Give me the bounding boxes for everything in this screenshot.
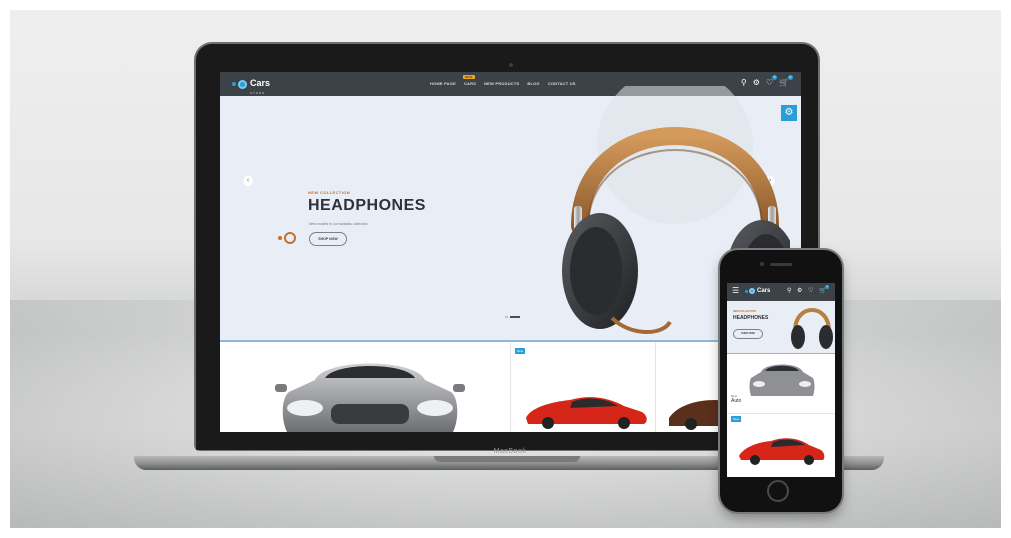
slider-prev-button[interactable]: ‹ xyxy=(243,176,253,186)
phone-car-front-image[interactable] xyxy=(747,358,817,396)
hero-slider: ‹ › NEW COLLECTION HEADPHONES New models… xyxy=(220,86,801,340)
laptop-notch xyxy=(434,456,580,462)
phone-home-button[interactable] xyxy=(767,480,789,502)
decor-dot-icon xyxy=(278,236,282,240)
shop-now-button[interactable]: SHOP NOW xyxy=(309,232,347,246)
phone-cart-count: 0 xyxy=(825,285,830,289)
phone-card-name[interactable]: Auto xyxy=(731,398,741,404)
phone-camera xyxy=(760,262,764,266)
phone-hero-kicker: NEW COLLECTION xyxy=(733,310,756,313)
phone-logo-text: Cars xyxy=(757,288,771,294)
menu-item-new-products[interactable]: NEW PRODUCTS xyxy=(484,81,519,86)
phone-screen: ☰ Cars ⚲ ⚙ ♡ 🛒 0 NEW COLLECTION HEADPHONE… xyxy=(727,283,835,477)
menu-item-home[interactable]: HOME PAGE xyxy=(430,81,456,86)
menu-icon[interactable]: ☰ xyxy=(732,286,739,295)
phone-red-car-image[interactable] xyxy=(735,432,827,466)
laptop-camera xyxy=(509,63,513,67)
phone-speaker xyxy=(770,263,792,266)
phone-settings-icon[interactable]: ⚙ xyxy=(797,287,802,294)
phone-product-card-2: New xyxy=(727,413,835,477)
strip-divider xyxy=(655,342,656,432)
phone-shop-now-button[interactable]: SHOP NOW xyxy=(733,329,763,339)
phone-search-icon[interactable]: ⚲ xyxy=(787,287,791,294)
menu-item-blog[interactable]: BLOG xyxy=(527,81,539,86)
phone-heart-icon[interactable]: ♡ xyxy=(808,287,813,294)
logo-subtext: STORE xyxy=(250,91,266,95)
logo-mark-icon xyxy=(232,79,247,89)
phone-headphones-image xyxy=(791,308,833,349)
gear-icon[interactable]: ⚙ xyxy=(781,105,797,121)
phone-cart-icon[interactable]: 🛒 0 xyxy=(819,285,830,294)
new-badge: New xyxy=(515,348,526,354)
menu-new-badge: NEW xyxy=(462,75,475,79)
red-car-image[interactable] xyxy=(520,390,650,430)
phone-logo[interactable]: Cars xyxy=(745,288,770,294)
site-logo[interactable]: Cars STORE xyxy=(232,77,271,95)
menu-item-cars-label: CARS xyxy=(463,81,477,86)
phone-navbar: ☰ Cars ⚲ ⚙ ♡ 🛒 0 xyxy=(727,283,835,301)
phone-new-badge: New xyxy=(731,416,742,422)
laptop-screen: Cars STORE HOME PAGE NEW CARS NEW PRODUCT… xyxy=(220,72,801,432)
slider-dot[interactable] xyxy=(505,316,508,318)
hero-title: HEADPHONES xyxy=(308,197,426,214)
logo-text: Cars xyxy=(250,78,271,88)
phone-hero-title: HEADPHONES xyxy=(733,315,769,321)
menu-item-cars[interactable]: NEW CARS xyxy=(462,75,477,86)
phone-product-card xyxy=(727,353,835,414)
cart-count: 0 xyxy=(788,75,793,80)
decor-ring-icon xyxy=(284,232,296,244)
hero-subtitle: New models in our fantastic collection xyxy=(309,222,368,226)
wishlist-count: 0 xyxy=(772,75,778,80)
hero-kicker: NEW COLLECTION xyxy=(308,190,351,195)
strip-divider xyxy=(510,342,511,432)
slider-dot-active[interactable] xyxy=(510,316,520,318)
macbook-label: MacBook xyxy=(493,448,527,455)
car-front-image[interactable] xyxy=(275,350,465,432)
